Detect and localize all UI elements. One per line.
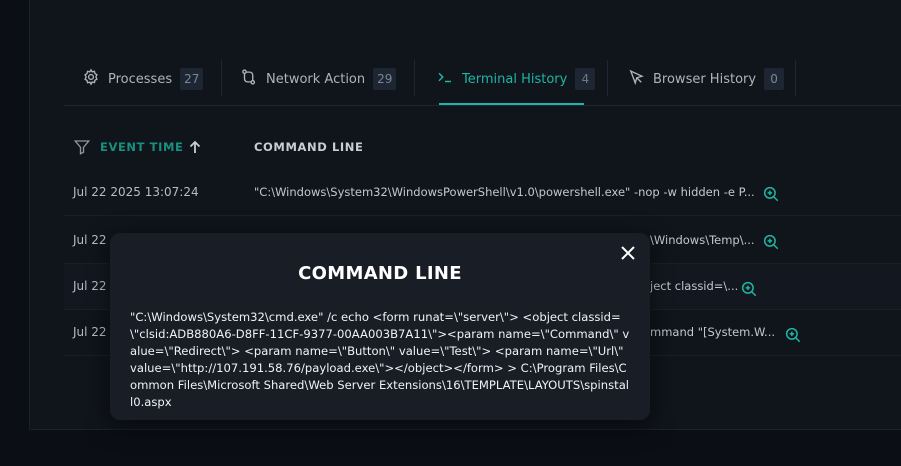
tab-processes[interactable]: Processes 27 xyxy=(82,52,204,106)
active-tab-indicator xyxy=(439,103,584,105)
zoom-in-icon[interactable] xyxy=(784,326,802,344)
tab-terminal-history[interactable]: Terminal History 4 xyxy=(436,52,596,106)
tab-browser-history[interactable]: Browser History 0 xyxy=(627,52,785,106)
zoom-in-icon[interactable] xyxy=(762,185,780,203)
tab-network-action[interactable]: Network Action 29 xyxy=(240,52,397,106)
tab-browser-history-label: Browser History xyxy=(653,71,757,87)
modal-title: COMMAND LINE xyxy=(298,263,462,284)
event-time-cell: Jul 22 xyxy=(73,279,107,293)
tab-network-action-count: 29 xyxy=(373,68,397,90)
gear-icon xyxy=(82,68,100,90)
event-time-cell: Jul 22 2025 13:07:24 xyxy=(73,185,199,199)
zoom-in-icon[interactable] xyxy=(762,233,780,251)
tab-divider xyxy=(607,60,608,96)
command-line-cell: "C:\Windows\System32\WindowsPowerShell\v… xyxy=(254,185,755,199)
tab-divider xyxy=(414,60,415,96)
modal-command-text: "C:\Windows\System32\cmd.exe" /c echo <f… xyxy=(130,310,630,409)
command-line-cell: \Windows\Temp\... xyxy=(650,233,755,247)
tab-divider xyxy=(221,60,222,96)
filter-icon[interactable] xyxy=(73,138,91,160)
arrow-up-icon[interactable] xyxy=(188,139,202,159)
command-line-cell: ject classid=\... xyxy=(650,279,739,293)
tab-terminal-history-count: 4 xyxy=(575,68,596,90)
tab-network-action-label: Network Action xyxy=(266,71,366,87)
terminal-icon xyxy=(436,68,454,90)
tab-processes-count: 27 xyxy=(180,68,204,90)
event-time-cell: Jul 22 xyxy=(73,233,107,247)
tab-processes-label: Processes xyxy=(108,71,173,87)
column-header-command-line: COMMAND LINE xyxy=(254,140,364,154)
tab-browser-history-count: 0 xyxy=(764,68,785,90)
close-icon[interactable] xyxy=(618,243,638,263)
zoom-in-icon[interactable] xyxy=(740,280,758,298)
command-line-modal: COMMAND LINE "C:\Windows\System32\cmd.ex… xyxy=(110,233,650,420)
tab-terminal-history-label: Terminal History xyxy=(462,71,568,87)
cursor-icon xyxy=(627,68,645,90)
command-line-cell: mmand "[System.W... xyxy=(650,325,776,339)
route-icon xyxy=(240,68,258,90)
column-header-event-time[interactable]: EVENT TIME xyxy=(100,140,184,154)
event-time-cell: Jul 22 xyxy=(73,325,107,339)
tab-divider xyxy=(795,60,796,96)
